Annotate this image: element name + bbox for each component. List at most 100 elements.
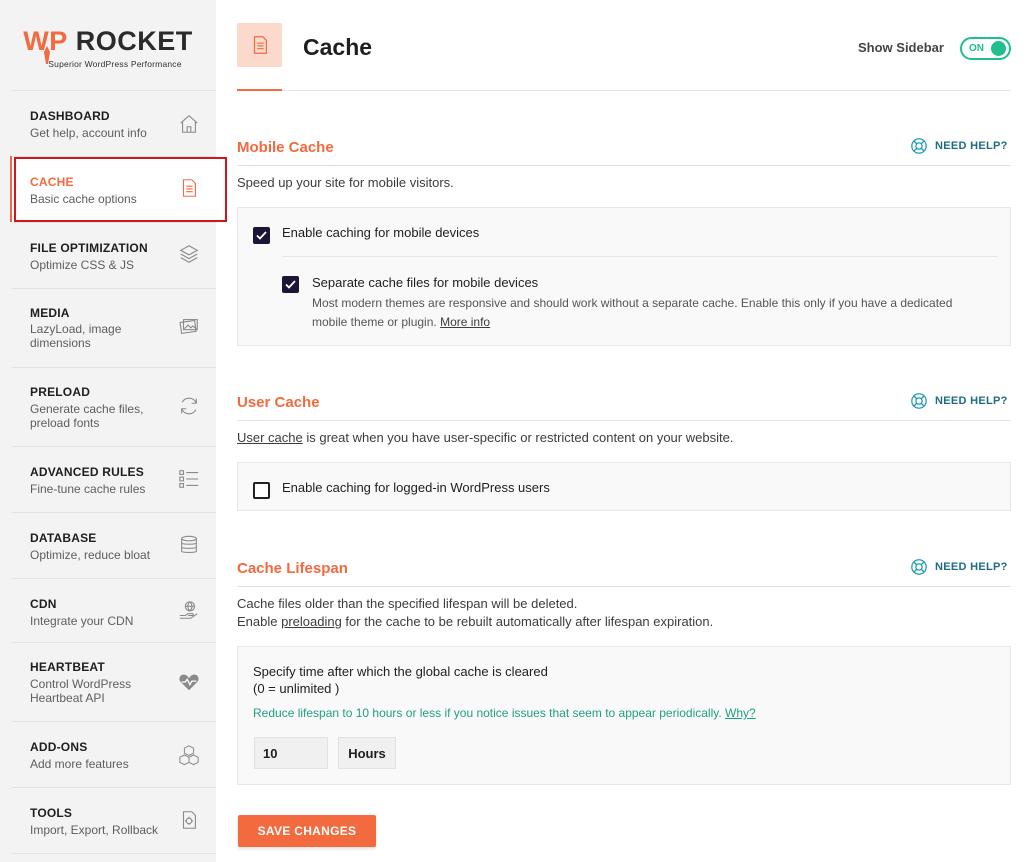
sidebar-item-title: FILE OPTIMIZATION	[30, 241, 148, 255]
more-info-link[interactable]: More info	[440, 315, 490, 329]
sidebar-item-title: CACHE	[30, 175, 74, 189]
checkmark-icon	[285, 280, 296, 289]
sidebar-item-title: DASHBOARD	[30, 109, 110, 123]
user-cache-link[interactable]: User cache	[237, 430, 303, 445]
heartbeat-icon	[179, 674, 199, 691]
cache-lifespan-title: Cache Lifespan	[237, 560, 348, 577]
cache-lifespan-desc-line2-end: for the cache to be rebuilt automaticall…	[341, 614, 714, 629]
mobile-cache-desc: Speed up your site for mobile visitors.	[237, 175, 454, 190]
sidebar-item-desc: Basic cache options	[30, 192, 137, 206]
page-icon	[237, 23, 282, 67]
show-sidebar-label: Show Sidebar	[858, 40, 944, 55]
list-icon	[179, 470, 199, 488]
checkmark-icon	[256, 231, 267, 240]
sidebar-item-title: ADD-ONS	[30, 740, 88, 754]
lifebuoy-icon	[911, 559, 927, 575]
cache-lifespan-help-link[interactable]: NEED HELP?	[910, 558, 1008, 576]
toggle-label: ON	[969, 43, 984, 54]
user-cache-label: Enable caching for logged-in WordPress u…	[282, 480, 550, 495]
sidebar-item-desc: Integrate your CDN	[30, 614, 134, 628]
sidebar-item-title: CDN	[30, 597, 57, 611]
lifespan-note: Reduce lifespan to 10 hours or less if y…	[253, 706, 756, 720]
lifespan-label-line2: (0 = unlimited )	[253, 681, 340, 696]
need-help-label: NEED HELP?	[935, 140, 1008, 152]
sidebar-item-title: MEDIA	[30, 306, 70, 320]
show-sidebar-toggle[interactable]: ON	[960, 37, 1011, 60]
main-content: Cache Show Sidebar ON Mobile Cache NEED …	[216, 0, 1034, 862]
lifespan-note-text: Reduce lifespan to 10 hours or less if y…	[253, 706, 726, 720]
lifespan-field-label: Specify time after which the global cach…	[253, 663, 548, 697]
why-link[interactable]: Why?	[725, 706, 756, 720]
mobile-cache-checkbox[interactable]	[253, 227, 270, 244]
need-help-label: NEED HELP?	[935, 395, 1008, 407]
lifespan-value-input[interactable]	[254, 737, 328, 769]
logo-tagline: Superior WordPress Performance	[48, 58, 182, 69]
save-changes-button[interactable]: SAVE CHANGES	[238, 815, 376, 847]
cache-lifespan-desc: Cache files older than the specified lif…	[237, 595, 713, 631]
separate-cache-desc-line1: Most modern themes are responsive and sh…	[312, 296, 953, 310]
sidebar-item-add-ons[interactable]: ADD-ONS Add more features	[12, 721, 216, 787]
sidebar-item-media[interactable]: MEDIA LazyLoad, image dimensions	[12, 288, 216, 367]
sidebar-item-title: HEARTBEAT	[30, 660, 105, 674]
sidebar-item-desc: LazyLoad, image dimensions	[30, 322, 122, 350]
layers-icon	[179, 245, 199, 263]
user-cache-desc-text: is great when you have user-specific or …	[302, 430, 734, 445]
sidebar-item-advanced-rules[interactable]: ADVANCED RULES Fine-tune cache rules	[12, 446, 216, 512]
user-cache-panel: Enable caching for logged-in WordPress u…	[237, 462, 1011, 511]
cache-lifespan-panel: Specify time after which the global cach…	[237, 646, 1011, 785]
page-title: Cache	[303, 34, 373, 60]
sidebar-item-tools[interactable]: TOOLS Import, Export, Rollback	[12, 787, 216, 853]
section-divider	[237, 420, 1011, 421]
sidebar-item-desc: Optimize CSS & JS	[30, 258, 135, 272]
rocket-flame-icon	[44, 46, 50, 64]
sidebar-item-file-optimization[interactable]: FILE OPTIMIZATION Optimize CSS & JS	[12, 222, 216, 288]
toggle-knob	[991, 41, 1006, 56]
preloading-link[interactable]: preloading	[281, 614, 342, 629]
sidebar-item-title: ADVANCED RULES	[30, 465, 144, 479]
document-icon	[253, 36, 267, 54]
sidebar-item-database[interactable]: DATABASE Optimize, reduce bloat	[12, 512, 216, 578]
lifespan-label-line1: Specify time after which the global cach…	[253, 664, 548, 679]
sidebar: WP ROCKET Superior WordPress Performance…	[0, 0, 216, 862]
home-icon	[180, 115, 198, 133]
header-divider	[237, 90, 1011, 91]
user-cache-checkbox[interactable]	[253, 482, 270, 499]
sidebar-item-desc: Add more features	[30, 757, 129, 771]
wp-rocket-logo[interactable]: WP ROCKET Superior WordPress Performance	[0, 0, 216, 90]
lifebuoy-icon	[911, 393, 927, 409]
mobile-cache-panel: Enable caching for mobile devices Separa…	[237, 207, 1011, 346]
refresh-icon	[181, 397, 197, 415]
sidebar-item-preload[interactable]: PRELOAD Generate cache files, preload fo…	[12, 367, 216, 446]
user-cache-title: User Cache	[237, 394, 320, 411]
images-icon	[179, 319, 198, 335]
user-cache-desc: User cache is great when you have user-s…	[237, 429, 733, 447]
sidebar-item-title: TOOLS	[30, 806, 73, 820]
sidebar-item-cache[interactable]: CACHE Basic cache options	[12, 156, 216, 222]
sidebar-item-title: DATABASE	[30, 531, 97, 545]
lifespan-unit-select[interactable]: Hours	[338, 737, 396, 769]
need-help-label: NEED HELP?	[935, 561, 1008, 573]
separate-cache-desc: Most modern themes are responsive and sh…	[312, 294, 1002, 332]
sidebar-item-cdn[interactable]: CDN Integrate your CDN	[12, 578, 216, 642]
sidebar-item-heartbeat[interactable]: HEARTBEAT Control WordPress Heartbeat AP…	[12, 642, 216, 721]
option-divider	[282, 256, 998, 257]
lifebuoy-icon	[911, 138, 927, 154]
mobile-cache-label: Enable caching for mobile devices	[282, 225, 480, 240]
sidebar-item-desc: Generate cache files, preload fonts	[30, 402, 144, 430]
sidebar-item-desc: Import, Export, Rollback	[30, 823, 159, 837]
mobile-cache-help-link[interactable]: NEED HELP?	[910, 137, 1008, 155]
separate-cache-checkbox[interactable]	[282, 276, 299, 293]
cache-lifespan-desc-line1: Cache files older than the specified lif…	[237, 596, 578, 611]
sidebar-item-dashboard[interactable]: DASHBOARD Get help, account info	[12, 90, 216, 156]
sidebar-item-desc: Optimize, reduce bloat	[30, 548, 151, 562]
separate-cache-label: Separate cache files for mobile devices	[312, 275, 539, 290]
header-accent	[237, 89, 282, 91]
sidebar-item-desc: Fine-tune cache rules	[30, 482, 146, 496]
section-divider	[237, 165, 1011, 166]
mobile-cache-title: Mobile Cache	[237, 139, 334, 156]
database-icon	[181, 535, 197, 553]
sidebar-item-desc: Control WordPress Heartbeat API	[30, 677, 132, 705]
user-cache-help-link[interactable]: NEED HELP?	[910, 392, 1008, 410]
sidebar-divider	[12, 853, 216, 862]
sidebar-item-title: PRELOAD	[30, 385, 91, 399]
